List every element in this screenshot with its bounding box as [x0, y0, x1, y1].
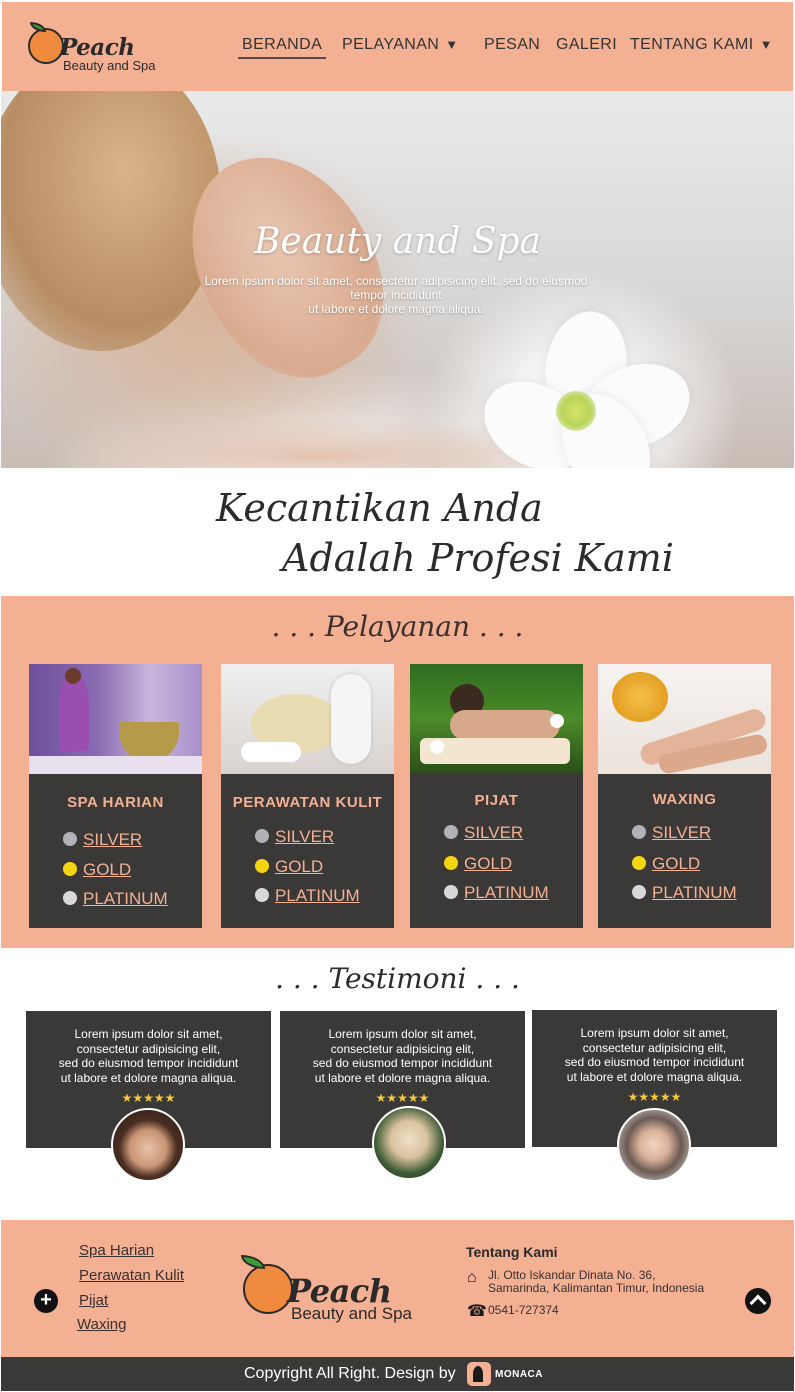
massage-image — [410, 664, 583, 774]
copyright-text: Copyright All Right. Design by — [244, 1365, 456, 1382]
waxing-image — [598, 664, 771, 774]
nav-beranda[interactable]: BERANDA — [238, 36, 327, 59]
bullet-icon — [63, 862, 77, 876]
facial-mask-image — [221, 664, 394, 774]
about-title: Tentang Kami — [466, 1244, 558, 1260]
spa-room-image — [29, 664, 202, 774]
tier-gold-link[interactable]: GOLD — [444, 854, 512, 874]
bullet-icon — [255, 829, 269, 843]
bullet-icon — [632, 825, 646, 839]
caret-down-icon: ▼ — [759, 37, 773, 52]
footer-link-waxing[interactable]: Waxing — [77, 1316, 126, 1333]
caret-down-icon: ▼ — [445, 37, 459, 52]
leaf-icon — [241, 1255, 265, 1269]
home-icon: ⌂ — [467, 1269, 477, 1286]
service-name: PERAWATAN KULIT — [232, 794, 383, 811]
avatar — [372, 1106, 446, 1180]
brand-tagline: Beauty and Spa — [63, 58, 156, 73]
service-card-perawatan-kulit: PERAWATAN KULIT SILVER GOLD PLATINUM — [221, 664, 394, 928]
tier-silver-link[interactable]: SILVER — [63, 830, 142, 850]
leaf-icon — [30, 22, 46, 32]
bullet-icon — [632, 885, 646, 899]
bullet-icon — [255, 888, 269, 902]
nav-pesan[interactable]: PESAN — [484, 36, 540, 54]
rating-stars-icon: ★★★★★ — [375, 1091, 430, 1105]
testimoni-title: . . . Testimoni . . . — [275, 962, 520, 995]
tagline-line-1: Kecantikan Anda — [216, 486, 543, 530]
tier-gold-link[interactable]: GOLD — [255, 857, 323, 877]
testimonial-text: Lorem ipsum dolor sit amet, consectetur … — [564, 1026, 745, 1084]
phone-icon: ☎ — [467, 1303, 487, 1320]
bullet-icon — [444, 885, 458, 899]
footer-link-spa-harian[interactable]: Spa Harian — [79, 1242, 154, 1259]
peach-icon — [243, 1264, 293, 1314]
tier-silver-link[interactable]: SILVER — [632, 823, 711, 843]
services-section: . . . Pelayanan . . . SPA HARIAN SILVER … — [1, 596, 794, 948]
plus-icon[interactable]: + — [34, 1289, 58, 1313]
hero-description: Lorem ipsum dolor sit amet, consectetur … — [204, 274, 588, 316]
footer-logo[interactable]: Peach Beauty and Spa — [239, 1252, 439, 1327]
tier-platinum-link[interactable]: PLATINUM — [63, 889, 168, 909]
scroll-to-top-icon[interactable] — [745, 1288, 771, 1314]
testimonial-text: Lorem ipsum dolor sit amet, consectetur … — [312, 1027, 493, 1085]
avatar — [617, 1108, 691, 1182]
avatar — [111, 1108, 185, 1182]
nav-galeri[interactable]: GALERI — [556, 36, 617, 54]
lily-flower-image — [468, 304, 702, 468]
hero-title: Beauty and Spa — [254, 221, 541, 262]
brand-name: Peach — [60, 34, 135, 61]
services-title: . . . Pelayanan . . . — [271, 610, 524, 643]
service-name: WAXING — [652, 791, 717, 808]
rating-stars-icon: ★★★★★ — [627, 1090, 682, 1104]
designer-name[interactable]: MONACA — [495, 1369, 543, 1380]
nav-tentang-kami[interactable]: TENTANG KAMI ▼ — [630, 36, 773, 54]
peach-icon — [28, 28, 64, 64]
tier-gold-link[interactable]: GOLD — [63, 860, 131, 880]
tier-platinum-link[interactable]: PLATINUM — [444, 883, 549, 903]
service-name: PIJAT — [474, 792, 519, 809]
testimonial-text: Lorem ipsum dolor sit amet, consectetur … — [58, 1027, 239, 1085]
footer-link-pijat[interactable]: Pijat — [79, 1292, 108, 1309]
service-card-pijat: PIJAT SILVER GOLD PLATINUM — [410, 664, 583, 928]
tier-platinum-link[interactable]: PLATINUM — [632, 883, 737, 903]
bullet-icon — [63, 891, 77, 905]
tier-platinum-link[interactable]: PLATINUM — [255, 886, 360, 906]
nav-pelayanan[interactable]: PELAYANAN ▼ — [342, 36, 459, 54]
rating-stars-icon: ★★★★★ — [121, 1091, 176, 1105]
bullet-icon — [444, 856, 458, 870]
tier-gold-link[interactable]: GOLD — [632, 854, 700, 874]
tier-silver-link[interactable]: SILVER — [444, 823, 523, 843]
site-header: Peach Beauty and Spa BERANDA PELAYANAN ▼ … — [2, 2, 793, 91]
bullet-icon — [63, 832, 77, 846]
copyright-bar: Copyright All Right. Design by MONACA — [1, 1357, 794, 1391]
bullet-icon — [444, 825, 458, 839]
hero-banner: Beauty and Spa Lorem ipsum dolor sit ame… — [1, 91, 794, 468]
tier-silver-link[interactable]: SILVER — [255, 827, 334, 847]
tagline-line-2: Adalah Profesi Kami — [282, 536, 674, 580]
address-line: Samarinda, Kalimantan Timur, Indonesia — [488, 1281, 705, 1295]
brand-logo[interactable]: Peach Beauty and Spa — [28, 22, 178, 77]
designer-logo-icon — [467, 1362, 491, 1386]
service-card-waxing: WAXING SILVER GOLD PLATINUM — [598, 664, 771, 928]
brand-tagline: Beauty and Spa — [291, 1304, 412, 1323]
bullet-icon — [255, 859, 269, 873]
footer-link-perawatan-kulit[interactable]: Perawatan Kulit — [79, 1267, 184, 1284]
bullet-icon — [632, 856, 646, 870]
phone-number: 0541-727374 — [488, 1303, 559, 1317]
service-card-spa-harian: SPA HARIAN SILVER GOLD PLATINUM — [29, 664, 202, 928]
service-name: SPA HARIAN — [67, 794, 164, 811]
site-footer: Spa Harian Perawatan Kulit Pijat Waxing … — [1, 1220, 794, 1357]
